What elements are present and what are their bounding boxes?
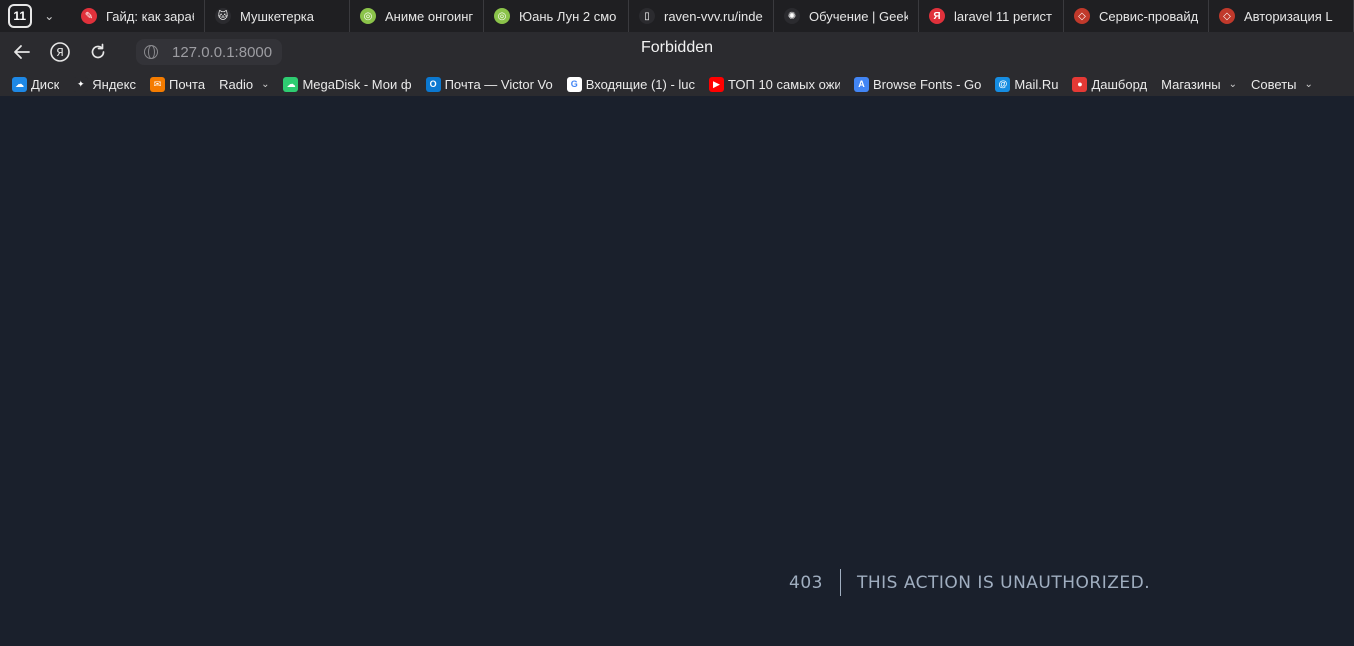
bookmark-favicon-icon: ✦ xyxy=(73,76,89,92)
bookmark-favicon-icon: ☁ xyxy=(283,76,299,92)
reload-icon[interactable] xyxy=(82,36,114,68)
bookmark-favicon-icon: ✉ xyxy=(149,76,165,92)
browser-toolbar: Я 127.0.0.1:8000 Forbidden xyxy=(0,32,1354,72)
bookmark-favicon-icon: A xyxy=(854,76,870,92)
bookmark-label: Яндекс xyxy=(92,76,136,92)
bookmark-favicon-icon: @ xyxy=(995,76,1011,92)
chevron-down-icon: ⌄ xyxy=(1228,78,1238,90)
tab-label: Сервис-провайд xyxy=(1099,8,1198,24)
tab-label: laravel 11 регист xyxy=(954,8,1052,24)
tab-list: ✎ Гайд: как зарабо 🐱 Мушкетерка ◎ Аниме онгои… xyxy=(71,0,1354,32)
laravel-icon: ◇ xyxy=(1219,8,1235,24)
error-code: 403 xyxy=(789,572,823,593)
bookmark-label: Магазины xyxy=(1161,76,1221,92)
tab-strip: 11 ⌄ ✎ Гайд: как зарабо 🐱 Мушкетерка ◎ Аниме … xyxy=(0,0,1354,32)
bookmark-item[interactable]: @ Mail.Ru xyxy=(995,76,1059,92)
cat-icon: 🐱 xyxy=(215,8,231,24)
bookmark-favicon-icon: G xyxy=(566,76,582,92)
bookmark-item[interactable]: G Входящие (1) - luc xyxy=(566,76,696,92)
tab-list-chevron-icon[interactable]: ⌄ xyxy=(38,4,61,28)
browser-tab[interactable]: ✺ Обучение | Geek xyxy=(774,0,919,32)
tab-label: Авторизация L xyxy=(1244,8,1333,24)
page-icon: ▯ xyxy=(639,8,655,24)
openai-icon: ✺ xyxy=(784,8,800,24)
bookmark-label: ТОП 10 самых ожи xyxy=(728,76,841,92)
bookmark-label: Browse Fonts - Go xyxy=(873,76,982,92)
chevron-down-icon: ⌄ xyxy=(1304,78,1313,90)
bookmark-item[interactable]: A Browse Fonts - Go xyxy=(854,76,982,92)
bookmark-item[interactable]: ☁ Диск xyxy=(12,76,60,92)
back-arrow-icon[interactable] xyxy=(6,36,38,68)
bookmark-label: Mail.Ru xyxy=(1014,76,1059,92)
tab-label: Мушкетерка xyxy=(240,8,315,24)
bookmark-favicon-icon: ● xyxy=(1072,76,1088,92)
bookmark-item[interactable]: ☁ MegaDisk - Мои ф xyxy=(283,76,412,92)
bookmark-item[interactable]: O Почта — Victor Vo xyxy=(425,76,553,92)
globe-icon[interactable] xyxy=(144,45,158,59)
address-bar[interactable]: 127.0.0.1:8000 xyxy=(136,36,1346,68)
bookmark-item[interactable]: ✉ Почта xyxy=(149,76,206,92)
tab-label: Аниме онгоинги xyxy=(385,8,473,24)
url-pill[interactable]: 127.0.0.1:8000 xyxy=(136,39,283,65)
error-text: This action is unauthorized. xyxy=(856,572,1151,593)
bookmark-label: MegaDisk - Мои ф xyxy=(302,76,412,92)
chevron-down-icon: ⌄ xyxy=(261,78,270,90)
bookmark-label: Radio xyxy=(219,76,254,92)
bookmarks-bar: ☁ Диск ✦ Яндекс ✉ Почта Radio ⌄ ☁ MegaDisk - Мои … xyxy=(0,72,1354,96)
tab-label: Юань Лун 2 смо xyxy=(519,8,617,24)
red-circle-icon: ✎ xyxy=(81,8,97,24)
bookmark-folder[interactable]: Radio ⌄ xyxy=(219,77,269,92)
browser-tab[interactable]: ◎ Аниме онгоинги xyxy=(350,0,484,32)
spiral-icon: ◎ xyxy=(494,8,510,24)
spiral-icon: ◎ xyxy=(360,8,376,24)
bookmark-favicon-icon: ☁ xyxy=(12,76,27,92)
svg-text:Я: Я xyxy=(56,46,64,59)
bookmark-item[interactable]: ▶ ТОП 10 самых ожи xyxy=(709,76,841,92)
page-content: 403 This action is unauthorized. xyxy=(0,96,1354,646)
bookmark-item[interactable]: ● Дашборд xyxy=(1072,76,1148,92)
bookmark-label: Почта xyxy=(168,76,206,92)
tab-label: Обучение | Geek xyxy=(809,8,908,24)
bookmark-label: Диск xyxy=(31,76,60,92)
tab-label: Гайд: как зарабо xyxy=(106,8,194,24)
yandex-home-icon[interactable]: Я xyxy=(44,36,76,68)
tab-count-button[interactable]: 11 xyxy=(8,4,32,28)
browser-tab[interactable]: ◎ Юань Лун 2 смо xyxy=(484,0,629,32)
bookmark-label: Входящие (1) - luc xyxy=(585,76,696,92)
browser-tab[interactable]: ◇ Сервис-провайд xyxy=(1064,0,1209,32)
yandex-icon: Я xyxy=(929,8,945,24)
bookmark-folder[interactable]: Советы ⌄ xyxy=(1251,77,1313,92)
tab-label: raven-vvv.ru/inde xyxy=(664,8,763,24)
browser-tab[interactable]: ▯ raven-vvv.ru/inde xyxy=(629,0,774,32)
browser-tab[interactable]: ✎ Гайд: как зарабо xyxy=(71,0,205,32)
error-message: 403 This action is unauthorized. xyxy=(789,569,1150,596)
bookmark-favicon-icon: O xyxy=(425,76,441,92)
bookmark-label: Дашборд xyxy=(1091,76,1148,92)
bookmark-folder[interactable]: Магазины ⌄ xyxy=(1161,77,1237,92)
bookmark-label: Почта — Victor Vo xyxy=(444,76,553,92)
browser-tab[interactable]: ◇ Авторизация L xyxy=(1209,0,1354,32)
bookmark-favicon-icon: ▶ xyxy=(709,76,725,92)
laravel-icon: ◇ xyxy=(1074,8,1090,24)
url-text[interactable]: 127.0.0.1:8000 xyxy=(172,44,272,61)
browser-tab[interactable]: Яlaravel 11 регист xyxy=(919,0,1064,32)
bookmark-item[interactable]: ✦ Яндекс xyxy=(73,76,136,92)
bookmark-label: Советы xyxy=(1251,76,1297,92)
browser-tab[interactable]: 🐱 Мушкетерка xyxy=(205,0,350,32)
